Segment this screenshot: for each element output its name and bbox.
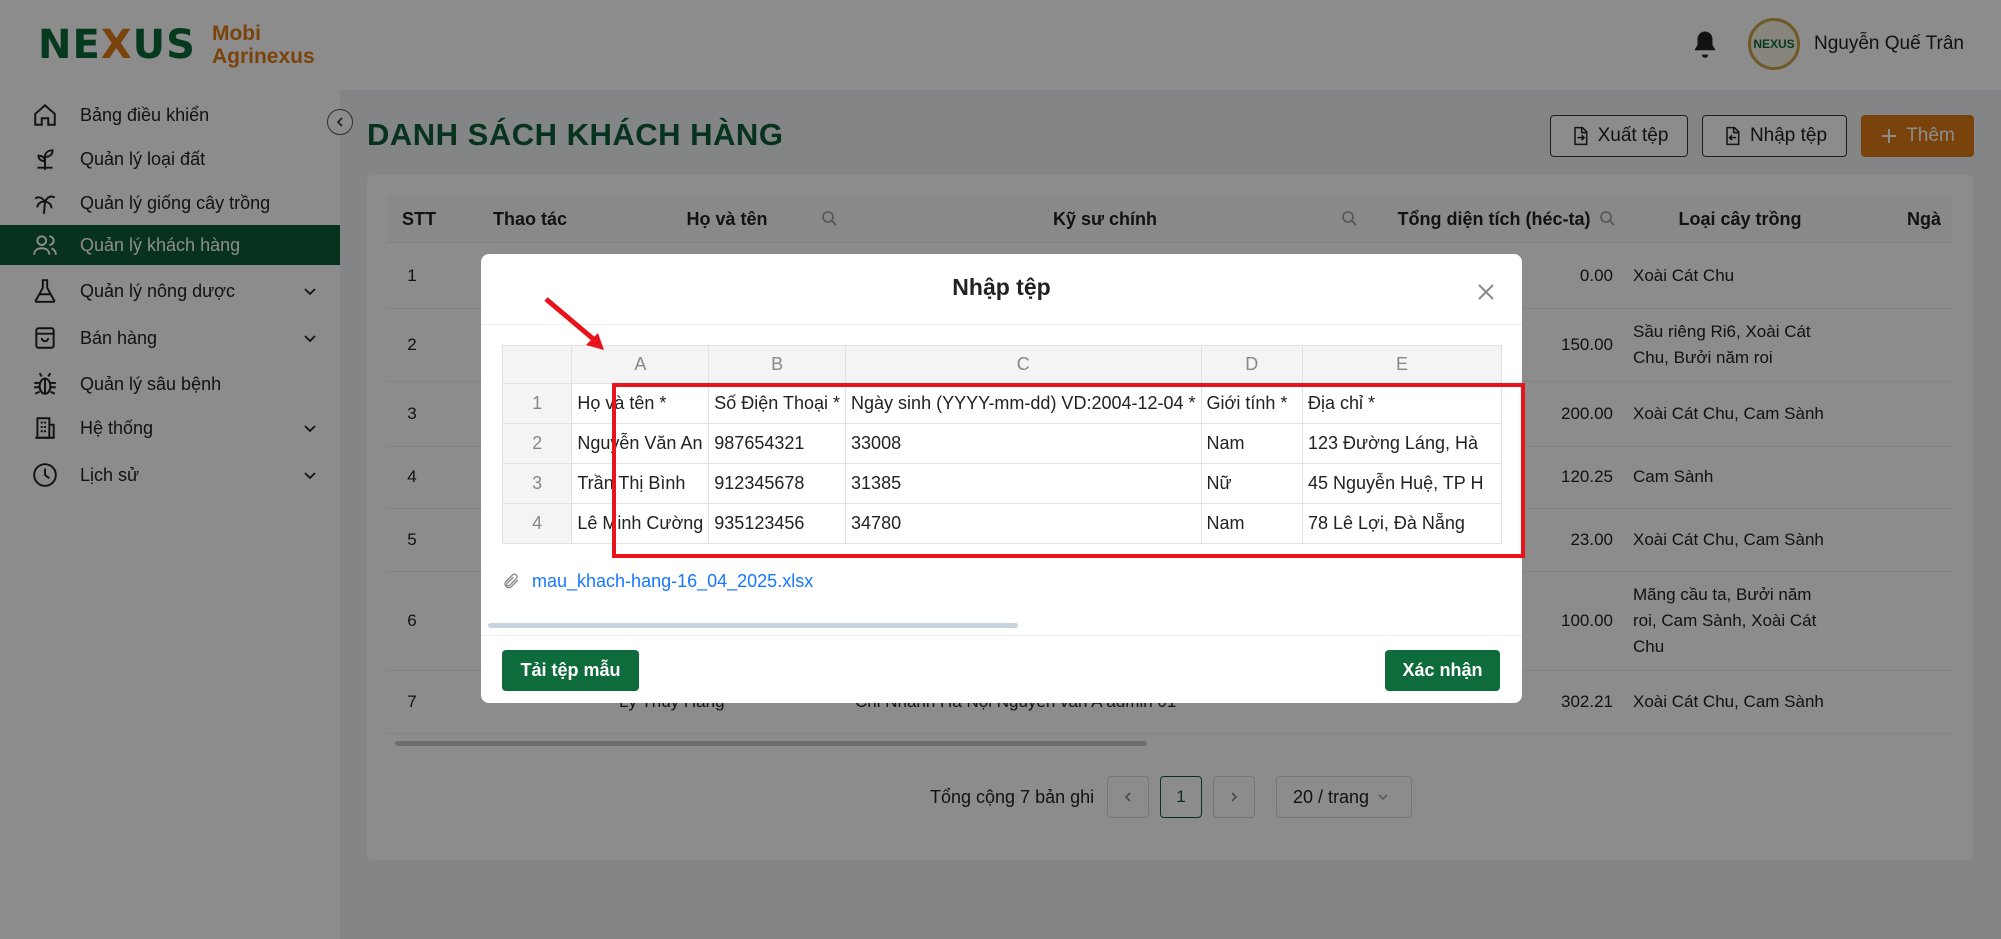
sheet-row-number: 4 bbox=[502, 503, 573, 544]
modal-title: Nhập tệp bbox=[952, 274, 1051, 300]
file-link[interactable]: mau_khach-hang-16_04_2025.xlsx bbox=[532, 571, 813, 592]
sheet-row-number: 1 bbox=[502, 383, 573, 424]
download-template-button[interactable]: Tải tệp mẫu bbox=[502, 650, 639, 691]
paperclip-icon bbox=[504, 573, 519, 589]
sheet-col-header: E bbox=[1302, 345, 1502, 384]
sheet-row-number: 3 bbox=[502, 463, 573, 504]
attached-file: mau_khach-hang-16_04_2025.xlsx bbox=[502, 568, 813, 594]
sheet-col-header: B bbox=[708, 345, 847, 384]
sheet-col-header: C bbox=[845, 345, 1202, 384]
sheet-column-header-row: A B C D E bbox=[502, 345, 1502, 384]
highlight-box bbox=[612, 383, 1525, 558]
sheet-col-header: D bbox=[1200, 345, 1304, 384]
arrow-icon bbox=[544, 297, 604, 350]
confirm-button[interactable]: Xác nhận bbox=[1385, 650, 1500, 691]
close-icon[interactable] bbox=[1474, 280, 1498, 304]
sheet-row-number: 2 bbox=[502, 423, 573, 464]
sheet-scrollbar[interactable] bbox=[488, 623, 1018, 628]
